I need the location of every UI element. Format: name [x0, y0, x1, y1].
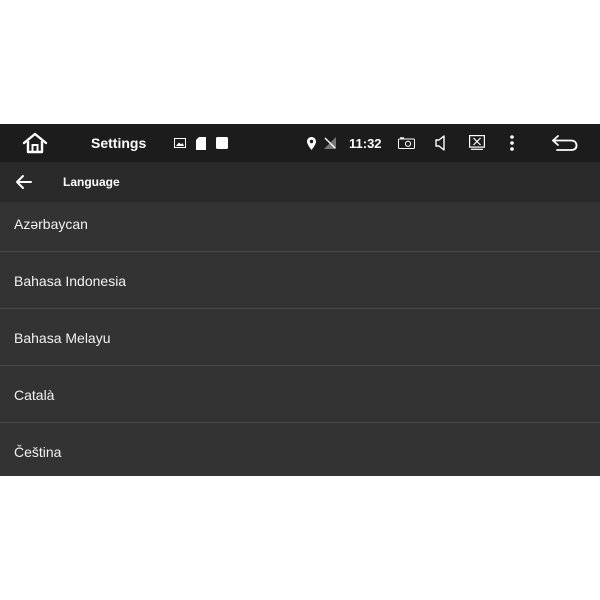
image-notification-icon	[173, 136, 186, 150]
more-vert-icon[interactable]	[507, 134, 517, 152]
back-icon[interactable]	[550, 133, 580, 153]
status-bar: Settings 11:32	[0, 124, 600, 162]
language-item-cestina[interactable]: Čeština	[0, 423, 600, 476]
language-item-catala[interactable]: Català	[0, 366, 600, 423]
language-label: Català	[14, 387, 55, 403]
sd-card-icon	[195, 136, 206, 150]
back-arrow-icon[interactable]	[14, 172, 34, 192]
camera-icon[interactable]	[397, 136, 415, 150]
settings-screen: Settings 11:32 Language Azərbaycan Bahas…	[0, 124, 600, 476]
square-notification-icon	[215, 136, 228, 150]
volume-icon[interactable]	[434, 134, 448, 152]
clock: 11:32	[349, 135, 382, 151]
language-label: Bahasa Melayu	[14, 330, 111, 346]
location-icon	[306, 136, 316, 150]
app-bar: Language	[0, 162, 600, 202]
language-item-bahasa-indonesia[interactable]: Bahasa Indonesia	[0, 252, 600, 309]
page-title: Language	[63, 175, 120, 189]
language-label: Čeština	[14, 444, 62, 460]
app-title: Settings	[91, 135, 147, 151]
no-signal-icon	[324, 136, 336, 150]
home-icon[interactable]	[18, 130, 52, 156]
language-label: Azərbaycan	[14, 216, 88, 232]
close-window-icon[interactable]	[468, 134, 485, 151]
language-label: Bahasa Indonesia	[14, 273, 127, 289]
language-list: Azərbaycan Bahasa Indonesia Bahasa Melay…	[0, 202, 600, 476]
language-item-azerbaycan[interactable]: Azərbaycan	[0, 202, 600, 252]
language-item-bahasa-melayu[interactable]: Bahasa Melayu	[0, 309, 600, 366]
